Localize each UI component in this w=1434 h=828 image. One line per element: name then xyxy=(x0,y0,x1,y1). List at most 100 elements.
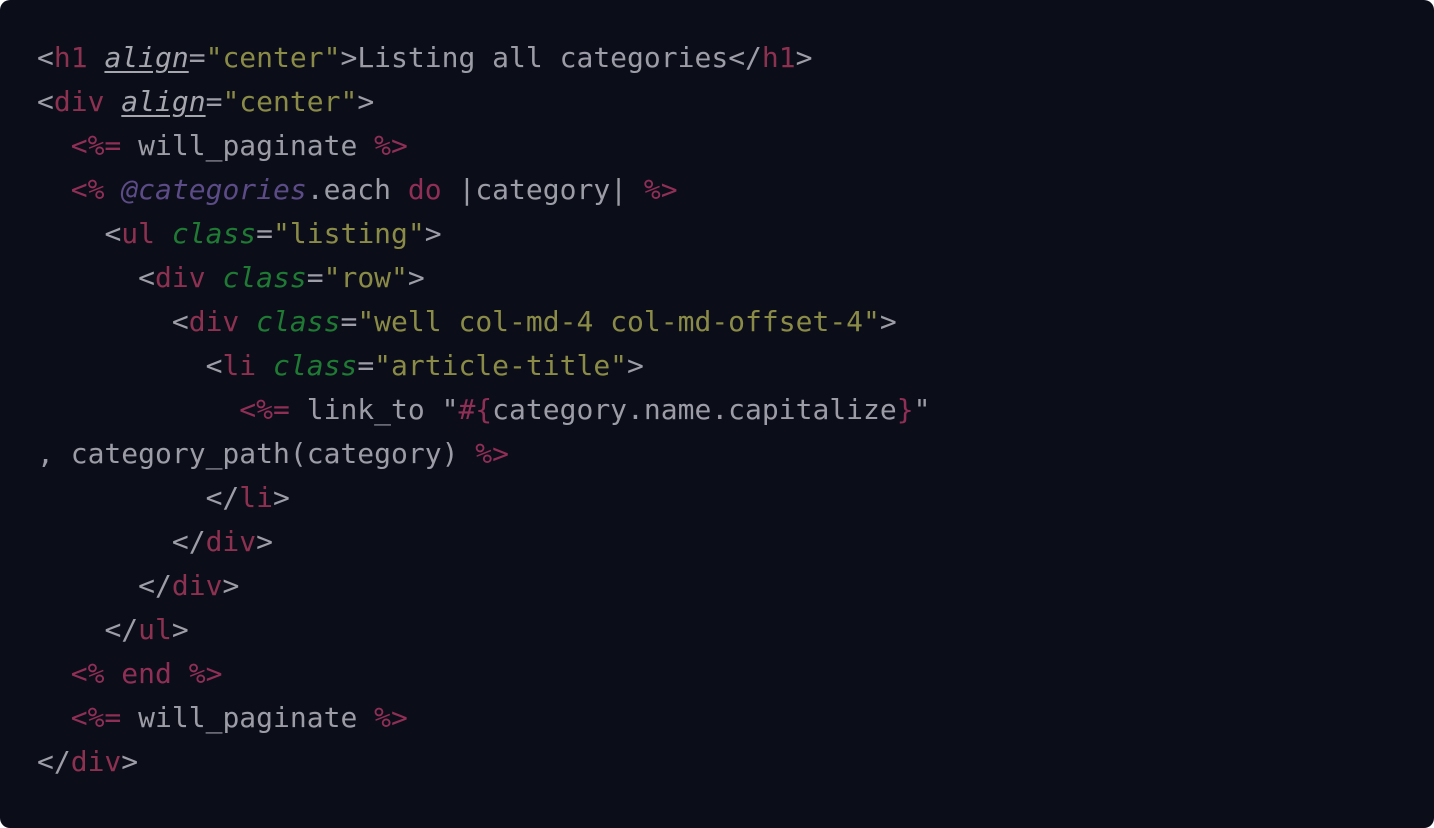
code-token: h1 xyxy=(53,41,88,74)
code-token: < xyxy=(205,349,223,382)
code-token: category.name.capitalize xyxy=(492,393,897,426)
code-token: </ xyxy=(104,613,139,646)
code-token: = xyxy=(205,85,223,118)
code-token: > xyxy=(222,569,240,602)
code-token: <% xyxy=(70,173,105,206)
code-token: = xyxy=(306,261,324,294)
code-token: link_to " xyxy=(289,393,459,426)
code-token: align xyxy=(121,85,206,118)
code-token: "article-title" xyxy=(374,349,628,382)
code-token: < xyxy=(37,41,54,74)
code-token: > xyxy=(256,525,274,558)
code-line: <h1 align="center">Listing all categorie… xyxy=(37,36,1434,80)
code-token: div xyxy=(205,525,257,558)
code-token: Listing all categories xyxy=(357,41,729,74)
code-token: "row" xyxy=(323,261,408,294)
code-line: <div align="center"> xyxy=(37,80,1434,124)
code-line: <%= will_paginate %> xyxy=(37,124,1434,168)
code-token: %> xyxy=(643,173,678,206)
code-line: <ul class="listing"> xyxy=(37,212,1434,256)
code-token: will_paginate xyxy=(121,701,375,734)
code-token: <% xyxy=(70,657,105,690)
code-token: > xyxy=(273,481,290,514)
code-token: div xyxy=(70,745,122,778)
code-line: </div> xyxy=(37,740,1434,784)
code-block: <h1 align="center">Listing all categorie… xyxy=(0,0,1434,828)
code-line: <div class="row"> xyxy=(37,256,1434,300)
code-token: </ xyxy=(171,525,206,558)
code-token: %> xyxy=(188,657,223,690)
code-token: = xyxy=(256,217,274,250)
code-token: < xyxy=(138,261,156,294)
code-token: <%= xyxy=(239,393,290,426)
code-token: end xyxy=(121,657,172,690)
code-token: |category| xyxy=(441,173,644,206)
code-line: <% @categories.each do |category| %> xyxy=(37,168,1434,212)
code-token: align xyxy=(104,41,189,74)
code-token: </ xyxy=(138,569,172,602)
code-token: > xyxy=(171,613,189,646)
code-line: </div> xyxy=(37,564,1434,608)
code-token: .each xyxy=(306,173,408,206)
code-token: h1 xyxy=(761,41,796,74)
code-line: </div> xyxy=(37,520,1434,564)
code-token: > xyxy=(340,41,358,74)
code-token: </ xyxy=(205,481,240,514)
code-token: will_paginate xyxy=(121,129,375,162)
code-token: "listing" xyxy=(273,217,425,250)
code-line: <% end %> xyxy=(37,652,1434,696)
code-line: <div class="well col-md-4 col-md-offset-… xyxy=(37,300,1434,344)
code-token: = xyxy=(357,349,375,382)
code-token: ul xyxy=(138,613,172,646)
code-token: <%= xyxy=(70,129,122,162)
code-line: <%= link_to "#{category.name.capitalize}… xyxy=(37,388,1434,432)
code-token: </ xyxy=(728,41,762,74)
code-token: div xyxy=(171,569,223,602)
code-token: " xyxy=(913,393,931,426)
code-token: } xyxy=(896,393,914,426)
code-token: > xyxy=(407,261,425,294)
code-token: #{ xyxy=(458,393,493,426)
code-token: @categories xyxy=(121,173,307,206)
code-token: > xyxy=(627,349,644,382)
code-token: = xyxy=(188,41,206,74)
code-token: < xyxy=(37,85,54,118)
code-token: %> xyxy=(374,701,408,734)
code-line: <li class="article-title"> xyxy=(37,344,1434,388)
code-token: , category_path(category) xyxy=(37,437,476,470)
code-token: > xyxy=(424,217,442,250)
code-line: </ul> xyxy=(37,608,1434,652)
code-token: li xyxy=(239,481,274,514)
code-token: <%= xyxy=(70,701,122,734)
code-token: "center" xyxy=(222,85,358,118)
code-token: < xyxy=(104,217,122,250)
code-token: div xyxy=(188,305,240,338)
code-line: </li> xyxy=(37,476,1434,520)
code-token: %> xyxy=(374,129,408,162)
code-content: <h1 align="center">Listing all categorie… xyxy=(37,36,1434,784)
code-token: > xyxy=(357,85,375,118)
code-token: div xyxy=(53,85,105,118)
code-token: do xyxy=(407,173,442,206)
code-token: = xyxy=(340,305,358,338)
code-token: class xyxy=(171,217,257,250)
code-token: class xyxy=(256,305,341,338)
